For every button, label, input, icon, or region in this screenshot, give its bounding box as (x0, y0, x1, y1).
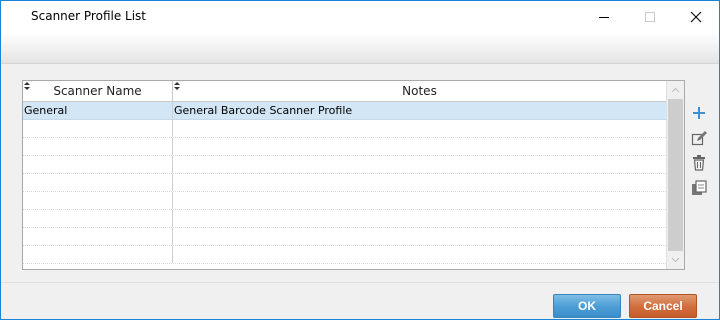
table-row[interactable] (23, 210, 666, 228)
chevron-down-icon (671, 257, 680, 262)
scanner-profile-list-window: Scanner Profile List Scanner Name Notes … (0, 0, 720, 320)
cell-notes (173, 120, 664, 137)
maximize-button[interactable] (627, 1, 673, 32)
cell-scanner-name (23, 138, 173, 155)
vertical-scrollbar[interactable] (666, 81, 684, 269)
copy-icon (692, 180, 707, 195)
column-header-notes[interactable]: Notes (173, 81, 666, 101)
delete-profile-button[interactable] (689, 151, 709, 175)
scroll-down-button[interactable] (667, 251, 684, 268)
toolbar-band (1, 32, 719, 64)
copy-profile-button[interactable] (689, 176, 709, 200)
edit-icon (691, 131, 707, 146)
cell-scanner-name (23, 174, 173, 191)
add-icon (693, 107, 705, 119)
column-header-scanner-name[interactable]: Scanner Name (23, 81, 173, 101)
grid-header: Scanner Name Notes (23, 81, 666, 102)
close-icon (690, 11, 702, 22)
grid-rows: General General Barcode Scanner Profile (23, 102, 666, 264)
table-row[interactable] (23, 174, 666, 192)
cell-scanner-name (23, 156, 173, 173)
sort-arrows-icon[interactable] (24, 82, 30, 90)
cell-scanner-name: General (23, 102, 173, 119)
sort-arrows-icon[interactable] (174, 82, 180, 90)
cancel-button[interactable]: Cancel (629, 294, 697, 318)
table-row[interactable] (23, 120, 666, 138)
ok-button[interactable]: OK (553, 294, 621, 318)
table-row[interactable] (23, 192, 666, 210)
cell-notes (173, 174, 664, 191)
cell-scanner-name (23, 192, 173, 209)
add-profile-button[interactable] (689, 101, 709, 125)
cell-notes (173, 192, 664, 209)
column-header-label: Scanner Name (53, 84, 142, 98)
cell-scanner-name (23, 210, 173, 227)
cell-scanner-name (23, 228, 173, 245)
cell-notes (173, 156, 664, 173)
cell-notes (173, 138, 664, 155)
table-row[interactable] (23, 138, 666, 156)
title-bar: Scanner Profile List (1, 1, 719, 32)
close-button[interactable] (673, 1, 719, 32)
edit-profile-button[interactable] (689, 126, 709, 150)
delete-icon (693, 155, 705, 171)
scrollbar-thumb[interactable] (668, 99, 683, 251)
chevron-up-icon (671, 87, 680, 92)
maximize-icon (645, 11, 655, 22)
scanner-profile-grid[interactable]: Scanner Name Notes General General Barco… (22, 80, 685, 270)
cell-scanner-name (23, 120, 173, 137)
table-row[interactable]: General General Barcode Scanner Profile (23, 102, 666, 120)
table-row[interactable] (23, 246, 666, 264)
cell-notes (173, 228, 664, 245)
cell-notes (173, 246, 664, 263)
minimize-button[interactable] (581, 1, 627, 32)
table-row[interactable] (23, 156, 666, 174)
minimize-icon (599, 16, 609, 18)
column-header-label: Notes (402, 84, 437, 98)
cell-notes: General Barcode Scanner Profile (174, 104, 353, 117)
cell-scanner-name (23, 246, 173, 263)
cell-notes (173, 210, 664, 227)
window-title: Scanner Profile List (31, 9, 147, 23)
scroll-up-button[interactable] (667, 81, 684, 98)
table-row[interactable] (23, 228, 666, 246)
dialog-footer: OK Cancel (1, 282, 719, 319)
row-action-toolbar (689, 101, 709, 201)
